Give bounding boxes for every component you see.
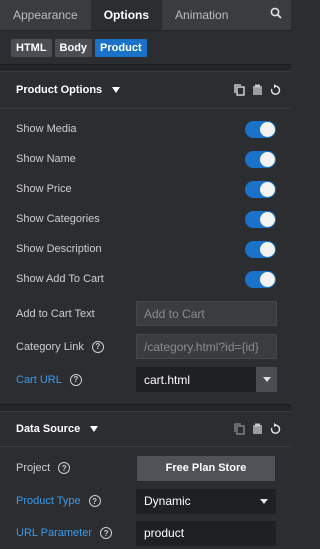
url-parameter-input[interactable]: product bbox=[136, 520, 276, 546]
help-icon[interactable]: ? bbox=[58, 462, 71, 474]
reset-icon[interactable] bbox=[270, 84, 281, 96]
product-type-value: Dynamic bbox=[144, 494, 191, 508]
toggle-row-show-name: Show Name bbox=[0, 144, 291, 174]
breadcrumb-html[interactable]: HTML bbox=[11, 38, 52, 57]
toggle-row-show-add-to-cart: Show Add To Cart bbox=[0, 264, 291, 294]
copy-icon[interactable] bbox=[234, 84, 245, 96]
collapse-caret-icon[interactable] bbox=[112, 87, 121, 93]
product-type-label: Product Type bbox=[16, 495, 81, 507]
project-label: Project bbox=[16, 462, 51, 474]
toggle-row-show-categories: Show Categories bbox=[0, 204, 291, 234]
toggle-row-show-description: Show Description bbox=[0, 234, 291, 264]
show-description-toggle[interactable] bbox=[245, 240, 276, 258]
chevron-down-icon bbox=[260, 498, 268, 504]
help-icon[interactable]: ? bbox=[69, 373, 82, 386]
product-options-title: Product Options bbox=[16, 84, 103, 96]
cart-url-label: Cart URL bbox=[16, 373, 62, 386]
copy-icon[interactable] bbox=[234, 423, 245, 435]
add-to-cart-text-label: Add to Cart Text bbox=[16, 307, 95, 320]
url-parameter-label: URL Parameter bbox=[16, 527, 93, 539]
product-options-header: Product Options bbox=[0, 72, 291, 109]
free-plan-store-button[interactable]: Free Plan Store bbox=[136, 454, 276, 482]
breadcrumb-body[interactable]: Body bbox=[54, 38, 93, 57]
paste-icon[interactable] bbox=[252, 84, 263, 96]
reset-icon[interactable] bbox=[270, 423, 281, 435]
project-row: Project ? Free Plan Store bbox=[0, 451, 291, 485]
show-name-label: Show Name bbox=[16, 153, 76, 165]
toggle-row-show-media: Show Media bbox=[0, 114, 291, 144]
show-name-toggle[interactable] bbox=[245, 150, 276, 168]
breadcrumb-product[interactable]: Product bbox=[95, 38, 147, 57]
add-to-cart-text-input[interactable]: Add to Cart bbox=[136, 301, 277, 326]
tab-animation[interactable]: Animation bbox=[162, 0, 241, 30]
show-price-label: Show Price bbox=[16, 183, 72, 195]
cart-url-input[interactable]: cart.html bbox=[136, 367, 256, 392]
show-description-label: Show Description bbox=[16, 243, 102, 255]
divider bbox=[0, 64, 291, 72]
cart-url-row: Cart URL ? cart.html bbox=[0, 363, 291, 396]
show-price-toggle[interactable] bbox=[245, 180, 276, 198]
show-categories-toggle[interactable] bbox=[245, 210, 276, 228]
search-button[interactable] bbox=[261, 0, 291, 30]
help-icon[interactable]: ? bbox=[91, 340, 104, 353]
add-to-cart-text-row: Add to Cart Text Add to Cart bbox=[0, 297, 291, 330]
cart-url-dropdown-button[interactable] bbox=[256, 367, 277, 392]
data-source-title: Data Source bbox=[16, 423, 81, 435]
category-link-label: Category Link bbox=[16, 340, 84, 353]
url-parameter-row: URL Parameter ? product bbox=[0, 517, 291, 549]
search-icon bbox=[270, 6, 282, 24]
category-link-row: Category Link ? /category.html?id={id} bbox=[0, 330, 291, 363]
show-add-to-cart-toggle[interactable] bbox=[245, 270, 276, 288]
data-source-header: Data Source bbox=[0, 412, 291, 447]
show-media-toggle[interactable] bbox=[245, 120, 276, 138]
tab-bar: Appearance Options Animation bbox=[0, 0, 291, 31]
category-link-input[interactable]: /category.html?id={id} bbox=[136, 334, 277, 359]
help-icon[interactable]: ? bbox=[100, 527, 113, 539]
breadcrumb: HTML Body Product bbox=[0, 31, 291, 64]
tab-appearance[interactable]: Appearance bbox=[0, 0, 91, 30]
product-type-row: Product Type ? Dynamic bbox=[0, 485, 291, 517]
product-type-select[interactable]: Dynamic bbox=[136, 488, 276, 514]
collapse-caret-icon[interactable] bbox=[90, 426, 99, 432]
chevron-down-icon bbox=[262, 377, 271, 382]
divider bbox=[0, 404, 291, 412]
show-media-label: Show Media bbox=[16, 123, 77, 135]
tab-options[interactable]: Options bbox=[90, 0, 163, 30]
help-icon[interactable]: ? bbox=[88, 495, 101, 507]
toggle-row-show-price: Show Price bbox=[0, 174, 291, 204]
paste-icon[interactable] bbox=[252, 423, 263, 435]
show-categories-label: Show Categories bbox=[16, 213, 100, 225]
show-add-to-cart-label: Show Add To Cart bbox=[16, 273, 104, 285]
